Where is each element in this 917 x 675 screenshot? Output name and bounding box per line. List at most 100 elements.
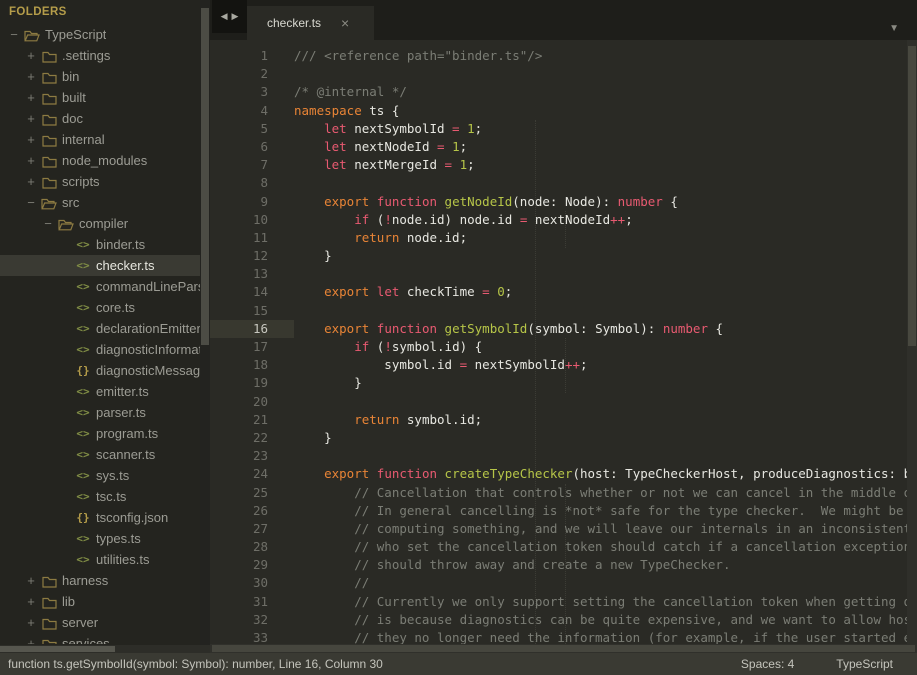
expand-icon[interactable]: +	[23, 591, 39, 612]
line-number: 24	[252, 466, 268, 482]
folder-item-built[interactable]: + built	[0, 87, 200, 108]
expand-icon[interactable]: +	[23, 570, 39, 591]
folder-item-lib[interactable]: + lib	[0, 591, 200, 612]
line-number: 19	[252, 375, 268, 391]
code-line-21[interactable]: 21 return symbol.id;	[210, 411, 917, 429]
file-item-core.ts[interactable]: <> core.ts	[0, 297, 200, 318]
expand-icon[interactable]: +	[23, 633, 39, 644]
folder-item-node_modules[interactable]: + node_modules	[0, 150, 200, 171]
file-item-checker.ts[interactable]: <> checker.ts	[0, 255, 200, 276]
code-line-9[interactable]: 9 export function getNodeId(node: Node):…	[210, 193, 917, 211]
status-syntax-mode[interactable]: TypeScript	[836, 657, 893, 671]
file-item-diagnosticInformationMap.generated.ts[interactable]: <> diagnosticInformationMap.generated.ts	[0, 339, 200, 360]
code-line-18[interactable]: 18 symbol.id = nextSymbolId++;	[210, 356, 917, 374]
code-line-16[interactable]: 16 export function getSymbolId(symbol: S…	[210, 319, 917, 338]
file-item-diagnosticMessages.json[interactable]: {} diagnosticMessages.json	[0, 360, 200, 381]
expand-icon[interactable]: +	[23, 171, 39, 192]
file-item-tsconfig.json[interactable]: {} tsconfig.json	[0, 507, 200, 528]
folder-item-TypeScript[interactable]: − TypeScript	[0, 24, 200, 45]
status-indent-setting[interactable]: Spaces: 4	[741, 657, 794, 671]
expand-icon[interactable]: +	[23, 150, 39, 171]
code-line-30[interactable]: 30 //	[210, 574, 917, 592]
code-line-10[interactable]: 10 if (!node.id) node.id = nextNodeId++;	[210, 211, 917, 229]
file-item-utilities.ts[interactable]: <> utilities.ts	[0, 549, 200, 570]
tab-overflow-icon[interactable]: ▼	[889, 23, 899, 34]
expand-icon[interactable]: +	[23, 87, 39, 108]
sidebar-vscroll-thumb[interactable]	[201, 8, 209, 345]
file-item-types.ts[interactable]: <> types.ts	[0, 528, 200, 549]
code-line-19[interactable]: 19 }	[210, 374, 917, 392]
code-line-17[interactable]: 17 if (!symbol.id) {	[210, 338, 917, 356]
collapse-icon[interactable]: −	[23, 192, 39, 213]
expand-icon[interactable]: +	[23, 108, 39, 129]
code-line-4[interactable]: 4 namespace ts {	[210, 102, 917, 120]
code-line-32[interactable]: 32 // is because diagnostics can be quit…	[210, 611, 917, 629]
code-line-33[interactable]: 33 // they no longer need the informatio…	[210, 629, 917, 644]
code-editor[interactable]: 1/// <reference path="binder.ts"/> 2 3/* @…	[210, 40, 917, 644]
sidebar-hscroll-thumb[interactable]	[0, 646, 115, 652]
folder-item-compiler[interactable]: − compiler	[0, 213, 200, 234]
code-line-15[interactable]: 15	[210, 302, 917, 320]
sidebar-vertical-scrollbar[interactable]	[200, 0, 210, 645]
file-item-tsc.ts[interactable]: <> tsc.ts	[0, 486, 200, 507]
code-line-22[interactable]: 22 }	[210, 429, 917, 447]
folder-item-.settings[interactable]: + .settings	[0, 45, 200, 66]
tab-nav-forward-icon[interactable]: ▶	[232, 11, 239, 22]
editor-vscroll-thumb[interactable]	[908, 46, 916, 346]
code-line-29[interactable]: 29 // should throw away and create a new…	[210, 556, 917, 574]
file-item-sys.ts[interactable]: <> sys.ts	[0, 465, 200, 486]
folder-item-services[interactable]: + services	[0, 633, 200, 644]
folder-item-scripts[interactable]: + scripts	[0, 171, 200, 192]
folder-item-doc[interactable]: + doc	[0, 108, 200, 129]
expand-icon[interactable]: +	[23, 612, 39, 633]
expand-icon[interactable]: +	[23, 45, 39, 66]
json-file-icon: {}	[76, 511, 90, 524]
code-line-3[interactable]: 3 /* @internal */	[210, 83, 917, 101]
code-line-23[interactable]: 23	[210, 447, 917, 465]
code-line-7[interactable]: 7 let nextMergeId = 1;	[210, 156, 917, 174]
code-line-8[interactable]: 8	[210, 174, 917, 192]
code-line-31[interactable]: 31 // Currently we only support setting …	[210, 593, 917, 611]
tab-nav-back-icon[interactable]: ◀	[221, 11, 228, 22]
code-line-24[interactable]: 24 export function createTypeChecker(hos…	[210, 465, 917, 483]
code-line-13[interactable]: 13	[210, 265, 917, 283]
code-line-6[interactable]: 6 let nextNodeId = 1;	[210, 138, 917, 156]
code-line-14[interactable]: 14 export let checkTime = 0;	[210, 283, 917, 301]
code-line-28[interactable]: 28 // who set the cancellation token sho…	[210, 538, 917, 556]
line-text: // should throw away and create a new Ty…	[294, 557, 731, 573]
expand-icon[interactable]: +	[23, 129, 39, 150]
file-item-program.ts[interactable]: <> program.ts	[0, 423, 200, 444]
editor-horizontal-scrollbar[interactable]	[210, 644, 917, 653]
code-line-1[interactable]: 1 /// <reference path="binder.ts"/>	[210, 47, 917, 65]
editor-hscroll-thumb[interactable]	[212, 645, 915, 652]
folder-item-harness[interactable]: + harness	[0, 570, 200, 591]
tab-close-icon[interactable]: ×	[341, 16, 349, 30]
file-item-scanner.ts[interactable]: <> scanner.ts	[0, 444, 200, 465]
tree-item-label: scanner.ts	[96, 447, 156, 462]
sidebar-horizontal-scrollbar[interactable]	[0, 645, 210, 653]
code-line-2[interactable]: 2	[210, 65, 917, 83]
collapse-icon[interactable]: −	[6, 24, 22, 45]
folder-item-bin[interactable]: + bin	[0, 66, 200, 87]
file-item-binder.ts[interactable]: <> binder.ts	[0, 234, 200, 255]
code-line-12[interactable]: 12 }	[210, 247, 917, 265]
file-item-declarationEmitter.ts[interactable]: <> declarationEmitter.ts	[0, 318, 200, 339]
file-item-emitter.ts[interactable]: <> emitter.ts	[0, 381, 200, 402]
folder-item-server[interactable]: + server	[0, 612, 200, 633]
editor-vertical-scrollbar[interactable]	[907, 40, 917, 644]
folder-item-src[interactable]: − src	[0, 192, 200, 213]
code-line-26[interactable]: 26 // In general cancelling is *not* saf…	[210, 502, 917, 520]
code-line-5[interactable]: 5 let nextSymbolId = 1;	[210, 120, 917, 138]
code-line-20[interactable]: 20	[210, 393, 917, 411]
folder-item-internal[interactable]: + internal	[0, 129, 200, 150]
sidebar-tree: − TypeScript + .settings + bin + built + doc + inte…	[0, 24, 200, 644]
code-line-27[interactable]: 27 // computing something, and we will l…	[210, 520, 917, 538]
collapse-icon[interactable]: −	[40, 213, 56, 234]
file-item-parser.ts[interactable]: <> parser.ts	[0, 402, 200, 423]
file-item-commandLineParser.ts[interactable]: <> commandLineParser.ts	[0, 276, 200, 297]
tree-item-label: node_modules	[62, 153, 148, 168]
tab-checker-ts[interactable]: checker.ts ×	[247, 6, 374, 40]
expand-icon[interactable]: +	[23, 66, 39, 87]
code-line-11[interactable]: 11 return node.id;	[210, 229, 917, 247]
code-line-25[interactable]: 25 // Cancellation that controls whether…	[210, 484, 917, 502]
